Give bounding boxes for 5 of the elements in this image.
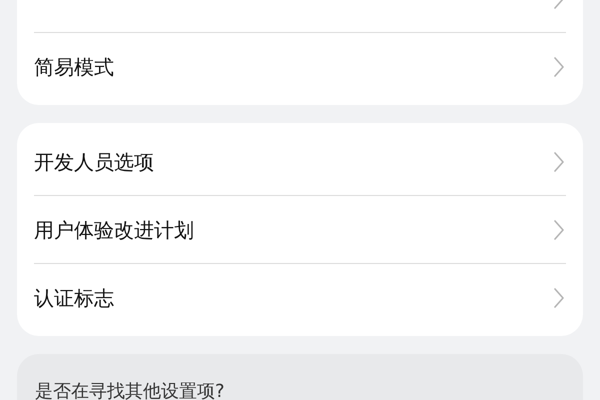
hint-title: 是否在寻找其他设置项? bbox=[35, 381, 225, 400]
settings-row[interactable]: 开发人员选项 bbox=[34, 128, 566, 195]
settings-row[interactable]: 用户体验改进计划 bbox=[34, 196, 566, 263]
settings-row[interactable]: 简易模式 bbox=[34, 33, 566, 100]
settings-row[interactable]: 认证标志 bbox=[34, 264, 566, 331]
